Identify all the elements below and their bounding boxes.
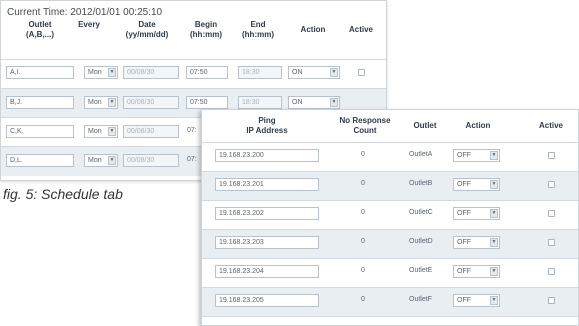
action-select[interactable]: ON ▼	[288, 66, 340, 79]
active-checkbox[interactable]	[548, 268, 555, 275]
every-value: Mon	[88, 99, 102, 106]
outlet-field[interactable]: D,L.	[6, 154, 74, 167]
col-header-active: Active	[348, 25, 373, 34]
active-checkbox[interactable]	[548, 181, 555, 188]
action-select[interactable]: OFF ▼	[453, 207, 500, 220]
active-checkbox[interactable]	[548, 152, 555, 159]
ip-address-field[interactable]: 19.168.23.205	[215, 294, 319, 307]
ip-address-field[interactable]: 19.168.23.202	[215, 207, 319, 220]
chevron-down-icon: ▼	[490, 267, 498, 276]
no-response-count: 0	[361, 209, 365, 216]
date-field[interactable]: 00/08/30	[123, 125, 179, 138]
ip-address-field[interactable]: 19.168.23.203	[215, 236, 319, 249]
col-header-outlet: Outlet (A,B,...)	[26, 20, 54, 39]
every-select[interactable]: Mon ▼	[84, 125, 118, 138]
ip-address-field[interactable]: 19.168.23.204	[215, 265, 319, 278]
end-field[interactable]: 18:30	[238, 66, 282, 79]
action-select[interactable]: OFF ▼	[453, 149, 500, 162]
figure-caption: fig. 5: Schedule tab	[3, 186, 123, 202]
outlet-field[interactable]: C,K.	[6, 125, 74, 138]
chevron-down-icon: ▼	[490, 180, 498, 189]
ip-address-field[interactable]: 19.168.23.201	[215, 178, 319, 191]
action-select[interactable]: OFF ▼	[453, 236, 500, 249]
active-checkbox[interactable]	[358, 69, 365, 76]
every-value: Mon	[88, 128, 102, 135]
outlet-name: OutletD	[409, 238, 433, 245]
row-divider	[202, 142, 578, 143]
date-field[interactable]: 00/08/30	[123, 154, 179, 167]
chevron-down-icon: ▼	[330, 98, 338, 107]
action-value: OFF	[457, 210, 471, 217]
chevron-down-icon: ▼	[108, 127, 116, 136]
col-header-action: Action	[465, 121, 491, 130]
active-checkbox[interactable]	[548, 297, 555, 304]
outlet-field[interactable]: B,J.	[6, 96, 74, 109]
action-select[interactable]: ON ▼	[288, 96, 340, 109]
begin-field[interactable]: 07:50	[186, 66, 228, 79]
action-select[interactable]: OFF ▼	[453, 178, 500, 191]
end-field[interactable]: 18:30	[238, 96, 282, 109]
row-divider	[202, 229, 578, 230]
no-response-count: 0	[361, 151, 365, 158]
col-header-end: End (hh:mm)	[242, 20, 274, 39]
outlet-name: OutletC	[409, 209, 433, 216]
begin-value: 07:	[187, 156, 197, 163]
active-checkbox[interactable]	[548, 239, 555, 246]
every-select[interactable]: Mon ▼	[84, 154, 118, 167]
row-divider	[202, 287, 578, 288]
no-response-count: 0	[361, 267, 365, 274]
date-field[interactable]: 00/08/30	[123, 66, 179, 79]
col-header-date: Date (yy/mm/dd)	[125, 20, 169, 39]
action-value: ON	[292, 69, 303, 76]
row-divider	[202, 171, 578, 172]
chevron-down-icon: ▼	[108, 68, 116, 77]
chevron-down-icon: ▼	[108, 156, 116, 165]
action-select[interactable]: OFF ▼	[453, 265, 500, 278]
action-select[interactable]: OFF ▼	[453, 294, 500, 307]
col-header-outlet: Outlet	[413, 121, 437, 130]
no-response-count: 0	[361, 296, 365, 303]
current-time: Current Time: 2012/01/01 00:25:10	[7, 7, 163, 18]
col-header-begin: Begin (hh:mm)	[190, 20, 222, 39]
active-checkbox[interactable]	[548, 210, 555, 217]
row-divider	[1, 88, 386, 89]
begin-value: 07:	[187, 127, 197, 134]
row-divider	[202, 258, 578, 259]
outlet-name: OutletB	[409, 180, 433, 187]
every-select[interactable]: Mon ▼	[84, 96, 118, 109]
row-divider	[202, 316, 578, 317]
col-header-ip: Ping IP Address	[246, 116, 288, 135]
row-divider	[1, 59, 386, 60]
col-header-action: Action	[300, 25, 326, 34]
outlet-name: OutletF	[409, 296, 432, 303]
every-select[interactable]: Mon ▼	[84, 66, 118, 79]
chevron-down-icon: ▼	[108, 98, 116, 107]
chevron-down-icon: ▼	[330, 68, 338, 77]
action-value: OFF	[457, 268, 471, 275]
date-field[interactable]: 00/08/30	[123, 96, 179, 109]
chevron-down-icon: ▼	[490, 209, 498, 218]
chevron-down-icon: ▼	[490, 296, 498, 305]
action-value: OFF	[457, 239, 471, 246]
ping-panel: Ping IP Address No Response Count Outlet…	[201, 109, 579, 326]
col-header-active: Active	[538, 121, 563, 130]
no-response-count: 0	[361, 238, 365, 245]
row-divider	[202, 200, 578, 201]
outlet-name: OutletA	[409, 151, 433, 158]
outlet-field[interactable]: A,I.	[6, 66, 74, 79]
action-value: OFF	[457, 152, 471, 159]
col-header-count: No Response Count	[339, 116, 391, 135]
col-header-every: Every	[78, 20, 100, 29]
outlet-name: OutletE	[409, 267, 433, 274]
action-value: ON	[292, 99, 303, 106]
action-value: OFF	[457, 297, 471, 304]
no-response-count: 0	[361, 180, 365, 187]
ip-address-field[interactable]: 19.168.23.200	[215, 149, 319, 162]
action-value: OFF	[457, 181, 471, 188]
chevron-down-icon: ▼	[490, 151, 498, 160]
every-value: Mon	[88, 157, 102, 164]
chevron-down-icon: ▼	[490, 238, 498, 247]
every-value: Mon	[88, 69, 102, 76]
begin-field[interactable]: 07:50	[186, 96, 228, 109]
